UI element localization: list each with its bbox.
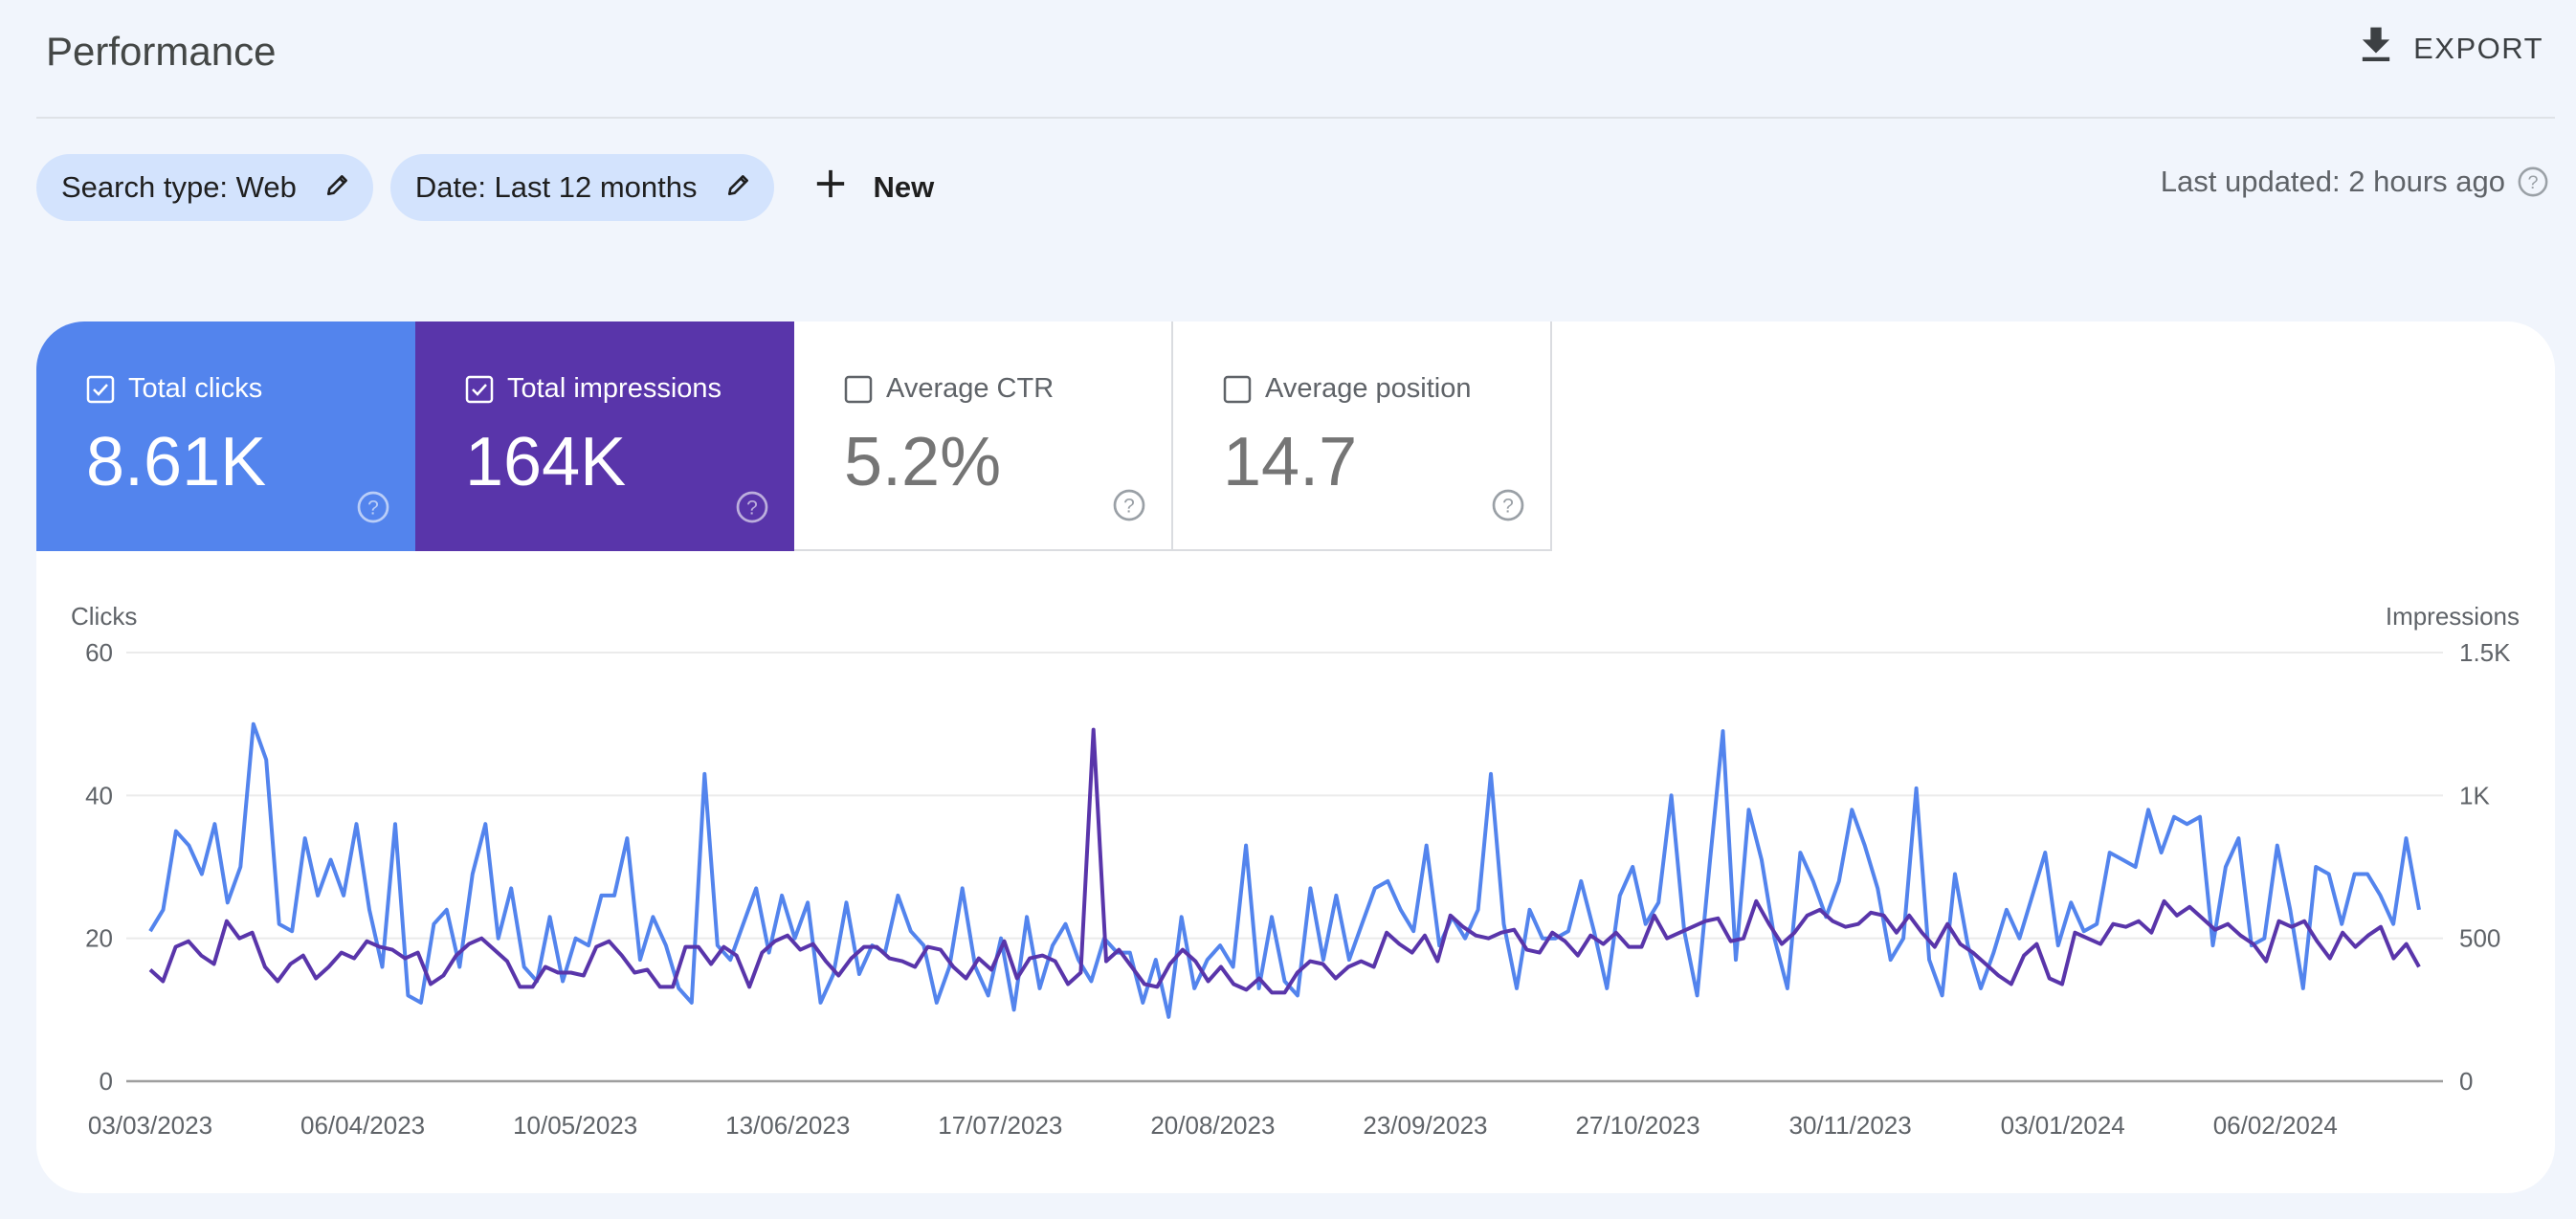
y-left-tick-label: 20 — [85, 924, 113, 953]
metric-total-impressions[interactable]: Total impressions 164K ? — [415, 321, 794, 551]
export-label: EXPORT — [2413, 32, 2543, 65]
checkbox-unchecked-icon[interactable] — [844, 375, 873, 404]
y-left-tick-label: 0 — [100, 1067, 113, 1096]
new-filter-button[interactable]: New — [814, 167, 935, 208]
filter-bar: Search type: Web Date: Last 12 months Ne… — [36, 153, 934, 222]
checkbox-checked-icon[interactable] — [465, 375, 494, 404]
last-updated-text: Last updated: 2 hours ago — [2160, 165, 2505, 198]
checkbox-checked-icon[interactable] — [86, 375, 115, 404]
y-right-tick-label: 500 — [2459, 924, 2500, 953]
x-tick-label: 06/02/2024 — [2213, 1111, 2338, 1140]
help-icon[interactable]: ? — [735, 490, 769, 524]
page-header: Performance EXPORT — [36, 0, 2555, 119]
metric-total-clicks[interactable]: Total clicks 8.61K ? — [36, 321, 415, 551]
svg-text:?: ? — [367, 498, 379, 520]
metric-value: 164K — [465, 424, 627, 500]
x-tick-label: 23/09/2023 — [1363, 1111, 1487, 1140]
y-right-tick-label: 1K — [2459, 781, 2490, 809]
x-tick-label: 27/10/2023 — [1575, 1111, 1699, 1140]
new-label: New — [873, 170, 935, 204]
help-icon[interactable]: ? — [356, 490, 390, 524]
x-tick-label: 20/08/2023 — [1150, 1111, 1275, 1140]
x-tick-label: 03/03/2023 — [88, 1111, 212, 1140]
metric-average-position[interactable]: Average position 14.7 ? — [1173, 321, 1552, 551]
svg-text:?: ? — [1123, 496, 1135, 518]
metric-value: 8.61K — [86, 424, 267, 500]
help-icon[interactable]: ? — [2517, 166, 2549, 198]
metric-label: Average position — [1265, 373, 1472, 404]
page-title: Performance — [46, 29, 277, 74]
search-type-filter-chip[interactable]: Search type: Web — [36, 154, 373, 221]
metric-label: Total clicks — [128, 373, 263, 404]
metric-label: Average CTR — [886, 373, 1055, 404]
y-left-axis-label: Clicks — [71, 602, 137, 631]
x-tick-label: 06/04/2023 — [300, 1111, 425, 1140]
download-icon — [2360, 27, 2392, 71]
x-tick-label: 03/01/2024 — [2001, 1111, 2125, 1140]
metric-label: Total impressions — [507, 373, 722, 404]
last-updated: Last updated: 2 hours ago ? — [2161, 165, 2549, 199]
y-left-tick-label: 60 — [85, 638, 113, 667]
x-tick-label: 30/11/2023 — [1789, 1111, 1912, 1140]
x-tick-label: 13/06/2023 — [725, 1111, 850, 1140]
y-left-tick-label: 40 — [85, 781, 113, 809]
y-right-axis-label: Impressions — [2386, 602, 2520, 631]
metric-value: 5.2% — [844, 424, 1002, 500]
svg-text:?: ? — [2527, 172, 2538, 193]
checkbox-unchecked-icon[interactable] — [1223, 375, 1252, 404]
y-right-tick-label: 0 — [2459, 1067, 2473, 1096]
performance-card: Clicks Impressions 0 20 40 60 0 500 1K 1.5K 03… — [36, 321, 2555, 1193]
chip-label: Date: Last 12 months — [414, 170, 698, 204]
chip-label: Search type: Web — [61, 170, 297, 204]
metric-tabs: Total clicks 8.61K ? Total impressions 1… — [36, 321, 1552, 551]
x-tick-label: 10/05/2023 — [513, 1111, 637, 1140]
help-icon[interactable]: ? — [1112, 488, 1146, 522]
date-filter-chip[interactable]: Date: Last 12 months — [389, 154, 774, 221]
edit-pencil-icon — [325, 170, 350, 205]
series-line-clicks[interactable] — [148, 721, 2421, 1019]
edit-pencil-icon — [726, 170, 751, 205]
svg-text:?: ? — [1502, 496, 1514, 518]
export-button[interactable]: EXPORT — [2360, 27, 2543, 71]
help-icon[interactable]: ? — [1491, 488, 1525, 522]
svg-text:?: ? — [746, 498, 758, 520]
metric-value: 14.7 — [1223, 424, 1358, 500]
y-right-tick-label: 1.5K — [2459, 638, 2511, 667]
plus-icon — [814, 167, 847, 208]
x-tick-label: 17/07/2023 — [938, 1111, 1062, 1140]
metric-average-ctr[interactable]: Average CTR 5.2% ? — [794, 321, 1173, 551]
